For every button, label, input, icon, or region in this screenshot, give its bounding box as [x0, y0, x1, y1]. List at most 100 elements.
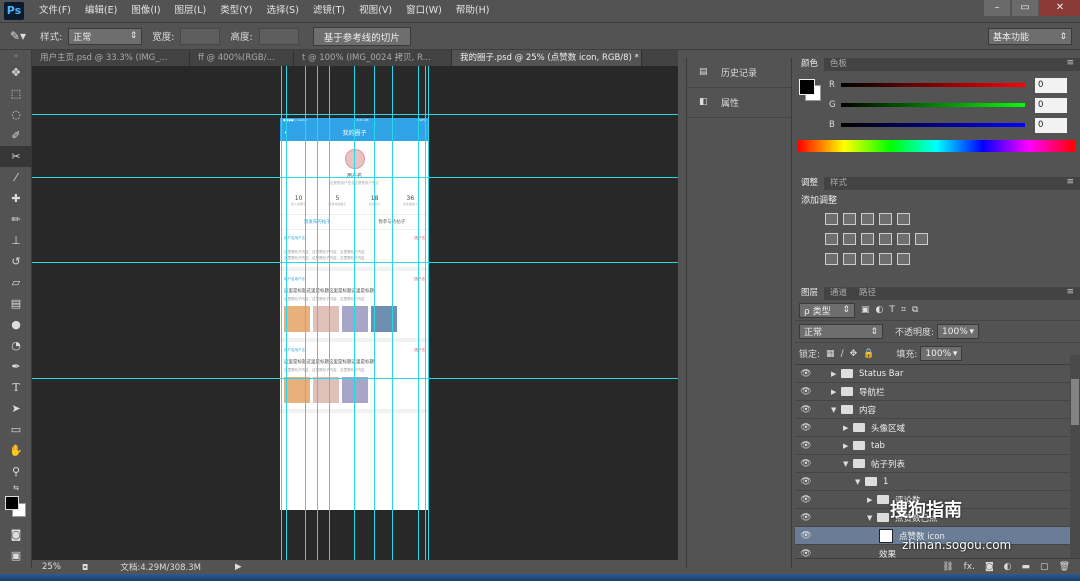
tab-ff[interactable]: ff @ 400%(RGB/...	[190, 50, 294, 66]
slices-from-guides-button[interactable]: 基于参考线的切片	[312, 26, 411, 46]
gradient-map-icon[interactable]	[897, 253, 910, 265]
maximize-button[interactable]: ▭	[1012, 0, 1038, 16]
lookup-icon[interactable]	[915, 233, 928, 245]
marquee-tool-icon[interactable]: ⬚	[0, 83, 32, 104]
visibility-eye-icon[interactable]: 👁	[795, 405, 817, 415]
smart-filter-icon[interactable]: ⧉	[912, 305, 918, 315]
fx-icon[interactable]: fx.	[964, 562, 975, 572]
menu-type[interactable]: 类型(Y)	[213, 0, 259, 22]
layer-filter-select[interactable]: ρ 类型 ⇕	[799, 302, 855, 318]
chevron-down-icon[interactable]: ▼	[867, 514, 877, 522]
layers-scrollbar[interactable]	[1070, 355, 1080, 565]
workspace-select[interactable]: 基本功能 ⇕	[988, 28, 1072, 45]
menu-edit[interactable]: 编辑(E)	[78, 0, 124, 22]
trash-icon[interactable]: 🗑	[1059, 562, 1070, 572]
visibility-eye-icon[interactable]: 👁	[795, 459, 817, 469]
menu-layer[interactable]: 图层(L)	[168, 0, 214, 22]
tab-channels[interactable]: 通道	[824, 287, 853, 300]
foreground-color[interactable]	[5, 496, 19, 510]
chevron-right-icon[interactable]: ▶	[843, 424, 853, 432]
slice-tool-icon[interactable]: ✎▾	[10, 29, 26, 43]
layer-row[interactable]: 👁 ▶ Status Bar	[795, 365, 1080, 383]
layer-row[interactable]: 👁 ▼ 帖子列表	[795, 455, 1080, 473]
move-tool-icon[interactable]: ✥	[0, 62, 32, 83]
blue-slider[interactable]: B0	[795, 115, 1080, 135]
minimize-button[interactable]: –	[984, 0, 1010, 16]
menu-file[interactable]: 文件(F)	[32, 0, 78, 22]
style-select[interactable]: 正常 ⇕	[68, 27, 143, 45]
path-select-icon[interactable]: ➤	[0, 398, 32, 419]
red-slider[interactable]: R0	[795, 75, 1080, 95]
layer-row[interactable]: 👁 ▼ 1	[795, 473, 1080, 491]
menu-image[interactable]: 图像(I)	[124, 0, 167, 22]
camera-icon[interactable]: ◘	[82, 563, 88, 572]
visibility-eye-icon[interactable]: 👁	[795, 387, 817, 397]
swap-colors-icon[interactable]: ⇆	[0, 482, 32, 494]
invert-icon[interactable]	[825, 253, 838, 265]
screen-mode-icon[interactable]: ▣	[0, 545, 32, 566]
visibility-eye-icon[interactable]: 👁	[795, 513, 817, 523]
type-tool-icon[interactable]: T	[0, 377, 32, 398]
visibility-eye-icon[interactable]: 👁	[795, 495, 817, 505]
history-panel-button[interactable]: ▤ 历史记录	[687, 58, 791, 88]
slice-tool-icon[interactable]: ✂	[0, 146, 32, 167]
width-input[interactable]	[180, 27, 221, 45]
menu-select[interactable]: 选择(S)	[259, 0, 305, 22]
hand-tool-icon[interactable]: ✋	[0, 440, 32, 461]
blue-value[interactable]: 0	[1035, 117, 1067, 133]
visibility-eye-icon[interactable]: 👁	[795, 441, 817, 451]
zoom-level[interactable]: 25%	[42, 562, 72, 572]
layer-row[interactable]: 👁 ▶ 导航栏	[795, 383, 1080, 401]
tab-styles[interactable]: 样式	[824, 177, 853, 190]
bw-icon[interactable]	[861, 233, 874, 245]
lock-all-icon[interactable]: 🔒	[863, 349, 874, 359]
fill-input[interactable]: 100% ▾	[920, 346, 963, 361]
shape-filter-icon[interactable]: ⌗	[901, 305, 906, 315]
quick-mask-icon[interactable]: ◙	[0, 524, 32, 545]
adjustment-layer-icon[interactable]: ◐	[1004, 562, 1012, 572]
exposure-icon[interactable]	[879, 213, 892, 225]
menu-filter[interactable]: 滤镜(T)	[306, 0, 352, 22]
curves-icon[interactable]	[861, 213, 874, 225]
image-filter-icon[interactable]: ▣	[861, 305, 870, 315]
panel-menu-icon[interactable]: ≡	[1066, 177, 1074, 187]
eraser-tool-icon[interactable]: ▱	[0, 272, 32, 293]
green-track[interactable]	[841, 103, 1025, 107]
visibility-eye-icon[interactable]: 👁	[795, 369, 817, 379]
panel-menu-icon[interactable]: ≡	[1066, 58, 1074, 68]
lock-pixels-icon[interactable]: ▦	[826, 349, 835, 359]
menu-view[interactable]: 视图(V)	[352, 0, 399, 22]
history-brush-icon[interactable]: ↺	[0, 251, 32, 272]
hue-icon[interactable]	[825, 233, 838, 245]
menu-help[interactable]: 帮助(H)	[449, 0, 497, 22]
chevron-down-icon[interactable]: ▼	[831, 406, 841, 414]
close-button[interactable]: ✕	[1040, 0, 1080, 16]
selective-color-icon[interactable]	[879, 253, 892, 265]
panel-menu-icon[interactable]: ≡	[1066, 287, 1074, 297]
balance-icon[interactable]	[843, 233, 856, 245]
levels-icon[interactable]	[843, 213, 856, 225]
link-icon[interactable]: ⛓	[942, 562, 953, 572]
new-layer-icon[interactable]: ▢	[1040, 562, 1049, 572]
visibility-eye-icon[interactable]: 👁	[795, 531, 817, 541]
eyedropper-tool-icon[interactable]: ⁄	[0, 167, 32, 188]
chevron-right-icon[interactable]: ▶	[831, 370, 841, 378]
stamp-tool-icon[interactable]: ⊥	[0, 230, 32, 251]
collapse-icon[interactable]: »	[0, 50, 32, 62]
adjust-filter-icon[interactable]: ◐	[876, 305, 884, 315]
pen-tool-icon[interactable]: ✒	[0, 356, 32, 377]
foreground-color[interactable]	[799, 79, 815, 95]
shape-tool-icon[interactable]: ▭	[0, 419, 32, 440]
tab-paths[interactable]: 路径	[853, 287, 882, 300]
green-slider[interactable]: G0	[795, 95, 1080, 115]
channel-mixer-icon[interactable]	[897, 233, 910, 245]
chevron-right-icon[interactable]: ▶	[867, 496, 877, 504]
threshold-icon[interactable]	[861, 253, 874, 265]
color-spectrum[interactable]	[798, 140, 1075, 152]
photo-filter-icon[interactable]	[879, 233, 892, 245]
mask-icon[interactable]: ◙	[985, 562, 994, 572]
quick-select-tool-icon[interactable]: ✐	[0, 125, 32, 146]
dodge-tool-icon[interactable]: ◔	[0, 335, 32, 356]
lasso-tool-icon[interactable]: ◌	[0, 104, 32, 125]
healing-brush-icon[interactable]: ✚	[0, 188, 32, 209]
